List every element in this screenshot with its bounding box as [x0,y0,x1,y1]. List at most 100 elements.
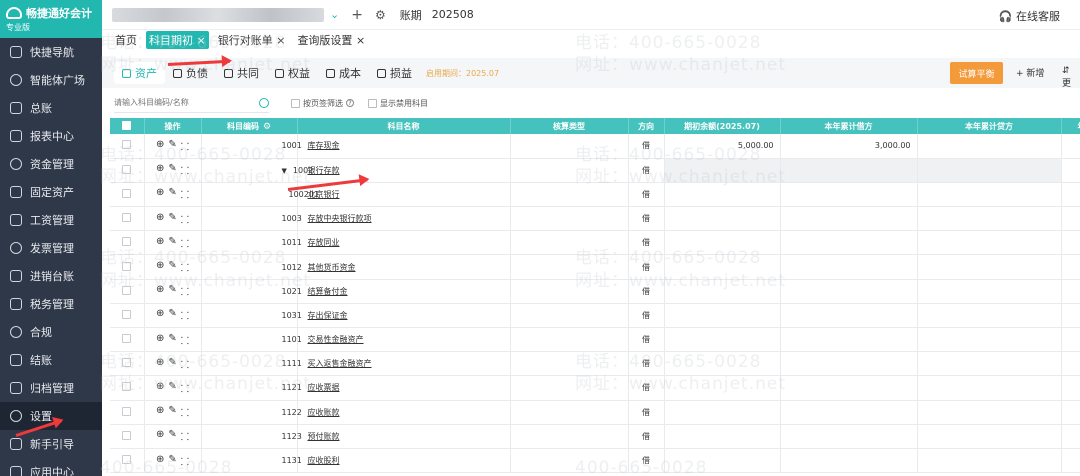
account-name[interactable]: 存出保证金 [297,303,511,329]
edit-icon[interactable]: ✎ [168,308,176,322]
edit-icon[interactable]: ✎ [168,454,176,468]
account-name[interactable]: 北京银行 [297,182,511,208]
ytd-debit[interactable] [780,351,918,377]
app-logo[interactable]: 畅捷通好会计 专业版 [0,0,102,38]
ytd-credit[interactable] [917,279,1062,304]
add-child-icon[interactable]: ⊕ [156,454,164,468]
grid-icon[interactable]: ⸬ [181,260,189,274]
row-checkbox[interactable] [122,455,132,465]
add-child-icon[interactable]: ⊕ [156,284,164,298]
sidebar-item-home[interactable]: 快捷导航 [0,38,102,66]
ytd-credit[interactable] [917,303,1062,329]
sidebar-item-asset[interactable]: 固定资产 [0,178,102,206]
ytd-debit[interactable] [780,303,918,329]
grid-icon[interactable]: ⸬ [181,454,189,468]
tab-query-settings[interactable]: 查询版设置 × [294,31,368,49]
row-checkbox[interactable] [122,406,132,416]
row-checkbox[interactable] [122,140,132,150]
account-name[interactable]: 银行存款 [297,158,511,183]
row-select-cell[interactable] [110,448,145,474]
company-selector[interactable] [112,7,324,22]
row-checkbox[interactable] [122,285,132,295]
table-row[interactable]: ⊕ ✎ ⸬ 1111 买入返售金融资产 借 [110,351,1080,377]
grid-icon[interactable]: ⸬ [181,187,189,201]
ytd-credit[interactable] [917,448,1062,474]
account-name[interactable]: 应收票据 [297,375,511,401]
grid-icon[interactable]: ⸬ [181,308,189,322]
row-checkbox[interactable] [122,164,132,174]
row-checkbox[interactable] [122,309,132,319]
ytd-credit[interactable] [917,158,1062,183]
grid-icon[interactable]: ⸬ [181,357,189,371]
sidebar-item-fund[interactable]: 资金管理 [0,150,102,178]
grid-icon[interactable]: ⸬ [181,381,189,395]
row-checkbox[interactable] [122,213,132,223]
table-row[interactable]: ⊕ ✎ ⸬ 1012 其他货币资金 借 [110,254,1080,280]
tab-home[interactable]: 首页 [112,31,140,49]
ytd-debit[interactable] [780,279,918,304]
add-child-icon[interactable]: ⊕ [156,405,164,419]
edit-icon[interactable]: ✎ [168,212,176,226]
add-child-icon[interactable]: ⊕ [156,187,164,201]
ytd-credit[interactable] [917,182,1062,208]
row-checkbox[interactable] [122,382,132,392]
row-checkbox[interactable] [122,188,132,198]
sidebar-item-agent[interactable]: 智能体广场 [0,66,102,94]
show-disabled-option[interactable]: 显示禁用科目 [368,98,428,109]
ytd-debit[interactable] [780,182,918,208]
row-select-cell[interactable] [110,400,145,425]
ytd-debit[interactable] [780,375,918,401]
table-row[interactable]: ⊕ ✎ ⸬ 1123 预付账款 借 [110,424,1080,449]
sidebar-item-close-book[interactable]: 结账 [0,346,102,374]
search-input[interactable] [114,93,269,113]
ytd-debit[interactable] [780,230,918,256]
search-icon[interactable] [259,98,269,108]
ytd-credit[interactable] [917,134,1062,159]
add-child-icon[interactable]: ⊕ [156,429,164,443]
table-row[interactable]: ⊕ ✎ ⸬ 1001 库存现金 借 5,000.00 3,000.00 [110,134,1080,159]
opening-balance[interactable]: 5,000.00 [664,134,781,159]
table-row[interactable]: ⊕ ✎ ⸬ 1011 存放同业 借 [110,230,1080,256]
gear-icon[interactable]: ⚙ [375,8,386,22]
ytd-credit[interactable] [917,206,1062,232]
ytd-debit[interactable] [780,448,918,474]
edit-icon[interactable]: ✎ [168,405,176,419]
add-child-icon[interactable]: ⊕ [156,163,164,177]
opening-balance[interactable] [664,327,781,353]
edit-icon[interactable]: ✎ [168,284,176,298]
add-child-icon[interactable]: ⊕ [156,381,164,395]
sidebar-item-tax[interactable]: 税务管理 [0,290,102,318]
ytd-debit[interactable] [780,424,918,449]
account-name[interactable]: 应收账款 [297,400,511,425]
edit-icon[interactable]: ✎ [168,381,176,395]
account-name[interactable]: 存放同业 [297,230,511,256]
account-name[interactable]: 库存现金 [297,134,511,159]
close-icon[interactable]: × [276,34,285,47]
sidebar-item-salary[interactable]: 工资管理 [0,206,102,234]
add-child-icon[interactable]: ⊕ [156,308,164,322]
grid-icon[interactable]: ⸬ [181,139,189,153]
ytd-debit[interactable] [780,158,918,183]
table-row[interactable]: ⊕ ✎ ⸬ 1131 应收股利 借 [110,448,1080,474]
table-row[interactable]: ⊕ ✎ ⸬ ▼ 1002 银行存款 借 [110,158,1080,183]
opening-balance[interactable] [664,254,781,280]
opening-balance[interactable] [664,424,781,449]
opening-balance[interactable] [664,400,781,425]
ytd-debit[interactable] [780,206,918,232]
sidebar-item-report[interactable]: 报表中心 [0,122,102,150]
page-filter-checkbox[interactable] [291,98,300,108]
row-select-cell[interactable] [110,134,145,159]
edit-icon[interactable]: ✎ [168,333,176,347]
ytd-debit[interactable]: 3,000.00 [780,134,918,159]
grid-icon[interactable]: ⸬ [181,429,189,443]
edit-icon[interactable]: ✎ [168,236,176,250]
row-select-cell[interactable] [110,182,145,208]
ytd-credit[interactable] [917,351,1062,377]
sidebar-item-invoice[interactable]: 发票管理 [0,234,102,262]
row-select-cell[interactable] [110,424,145,449]
category-tab-asset[interactable]: 资产 [114,62,165,84]
gear-icon[interactable]: ⚙ [263,122,271,132]
account-name[interactable]: 结算备付金 [297,279,511,304]
opening-balance[interactable] [664,448,781,474]
account-name[interactable]: 应收股利 [297,448,511,474]
